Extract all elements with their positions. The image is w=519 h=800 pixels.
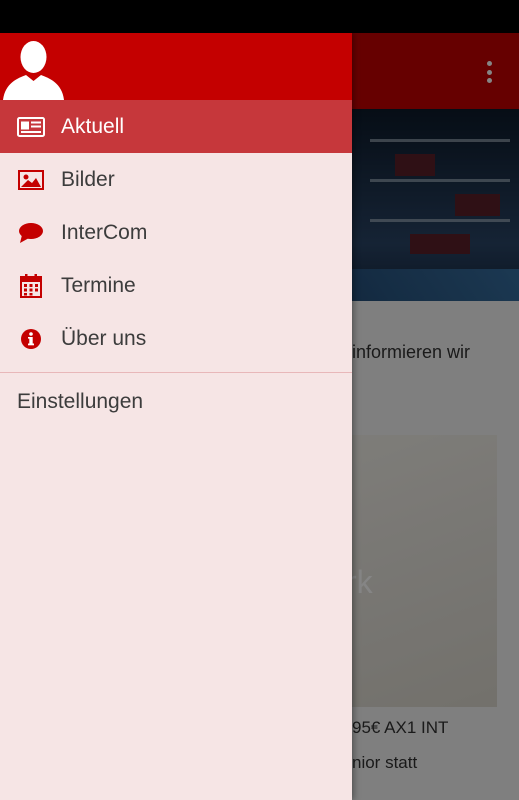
newspaper-icon xyxy=(17,115,45,139)
drawer-item-termine[interactable]: Termine xyxy=(0,259,352,312)
calendar-icon xyxy=(17,273,45,298)
drawer-item-label: InterCom xyxy=(61,220,148,244)
navigation-drawer: Aktuell Bilder InterCom Termine Über uns… xyxy=(0,33,352,800)
drawer-item-intercom[interactable]: InterCom xyxy=(0,206,352,259)
drawer-item-label: Termine xyxy=(61,273,136,297)
drawer-item-ueber-uns[interactable]: Über uns xyxy=(0,312,352,365)
drawer-header xyxy=(0,33,352,100)
avatar[interactable] xyxy=(0,33,67,100)
chat-bubble-icon xyxy=(17,221,45,245)
drawer-item-bilder[interactable]: Bilder xyxy=(0,153,352,206)
drawer-item-label: Bilder xyxy=(61,167,115,191)
settings-label: Einstellungen xyxy=(17,390,144,413)
drawer-item-settings[interactable]: Einstellungen xyxy=(0,373,352,435)
drawer-item-label: Aktuell xyxy=(61,114,125,138)
drawer-item-aktuell[interactable]: Aktuell xyxy=(0,100,352,153)
drawer-menu: Aktuell Bilder InterCom Termine Über uns… xyxy=(0,100,352,435)
image-icon xyxy=(17,168,45,192)
drawer-item-label: Über uns xyxy=(61,326,147,350)
status-bar xyxy=(0,0,519,33)
info-icon xyxy=(17,327,45,351)
user-silhouette-icon xyxy=(3,41,64,100)
